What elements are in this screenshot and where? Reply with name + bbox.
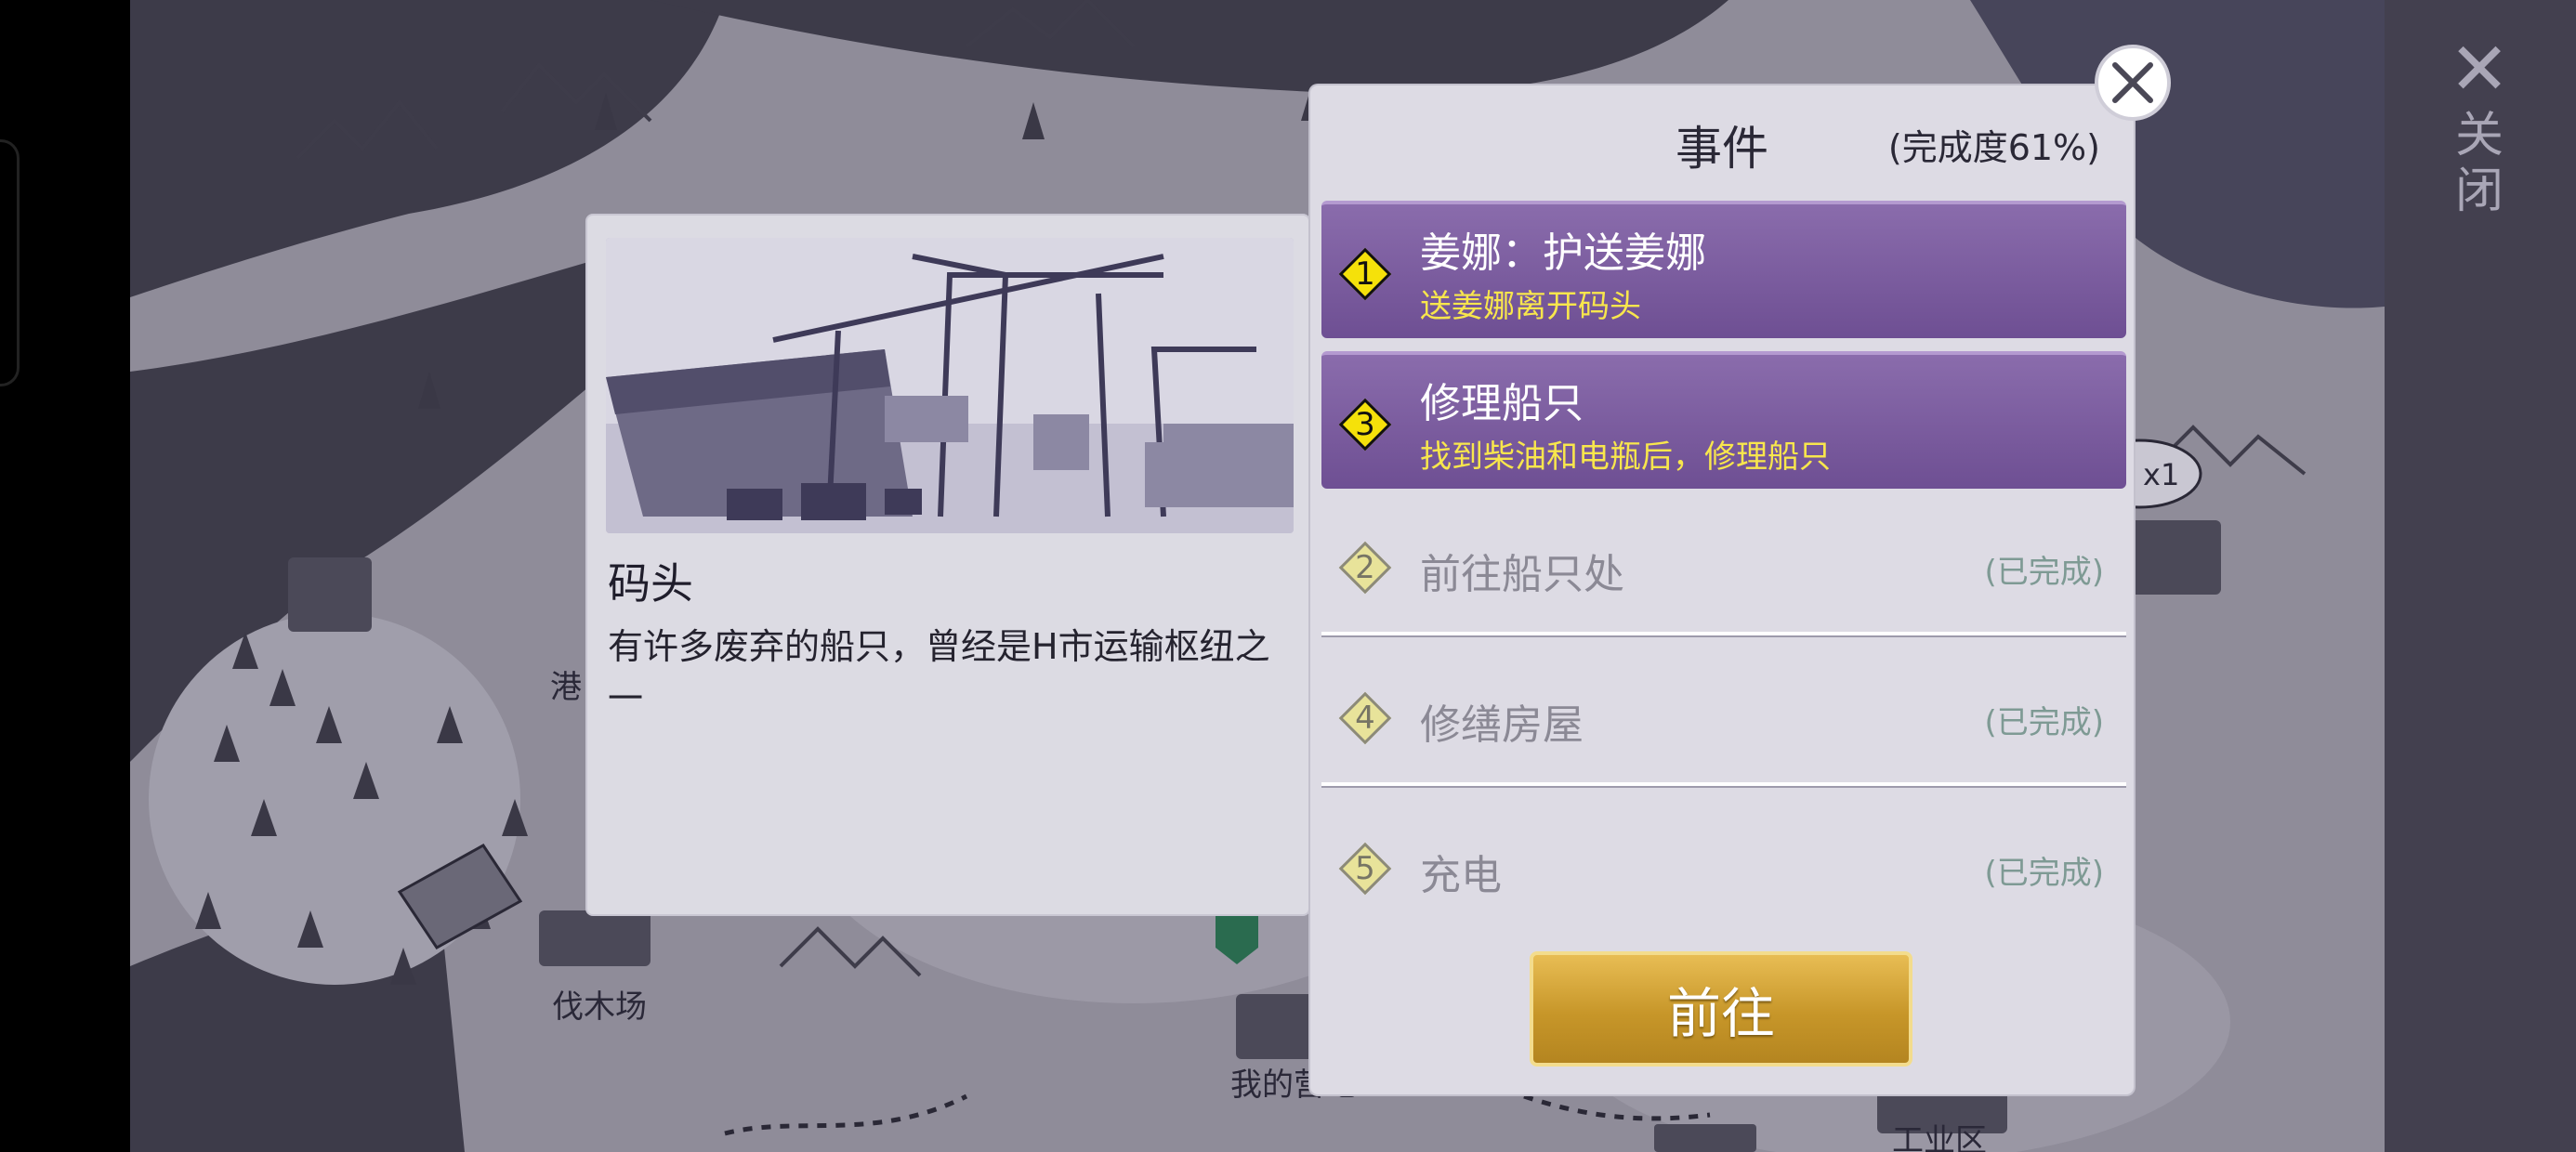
side-close-button[interactable]: ✕ 关闭: [2435, 28, 2524, 219]
task-number-badge: 4: [1338, 691, 1392, 745]
left-edge-handle: [0, 139, 20, 386]
go-button[interactable]: 前往: [1530, 951, 1912, 1067]
harbor-illustration: [606, 238, 1294, 533]
task-title: 修缮房屋: [1420, 701, 1584, 749]
map-label-port: 港: [550, 669, 582, 706]
event-progress: (完成度61%): [1887, 127, 2100, 168]
task-title: 充电: [1420, 852, 1502, 899]
task-subtitle: 送姜娜离开码头: [1420, 288, 1641, 325]
task-item-repair-ship[interactable]: 3 修理船只 找到柴油和电瓶后，修理船只: [1321, 351, 2126, 489]
location-info-card: 码头 有许多废弃的船只，曾经是H市运输枢纽之一: [587, 216, 1308, 914]
task-item-escort-jiangna[interactable]: 1 姜娜：护送姜娜 送姜娜离开码头: [1321, 201, 2126, 338]
map-label-industrial-zone: 工业区: [1892, 1122, 1987, 1152]
task-status: (已完成): [1984, 554, 2104, 591]
panel-close-button[interactable]: [2095, 45, 2171, 121]
task-title: 修理船只: [1420, 380, 1584, 427]
task-status: (已完成): [1984, 704, 2104, 741]
task-status: (已完成): [1984, 855, 2104, 892]
task-item-repair-house[interactable]: 4 修缮房屋 (已完成): [1321, 641, 2126, 786]
task-item-charge[interactable]: 5 充电 (已完成): [1321, 792, 2126, 936]
task-title: 前往船只处: [1420, 551, 1624, 598]
map-badge: x1: [2143, 457, 2180, 492]
close-icon: [2112, 62, 2153, 103]
task-item-go-to-ship[interactable]: 2 前往船只处 (已完成): [1321, 491, 2126, 635]
task-subtitle: 找到柴油和电瓶后，修理船只: [1420, 439, 1831, 476]
task-title: 姜娜：护送姜娜: [1420, 229, 1706, 277]
task-number-badge: 3: [1338, 398, 1392, 452]
event-panel: 事件 (完成度61%) 1 姜娜：护送姜娜 送姜娜离开码头 3 修理船只 找到柴…: [1310, 85, 2134, 1094]
side-close-label: 关闭: [2454, 108, 2504, 219]
location-image: [606, 238, 1294, 533]
location-title: 码头: [608, 558, 693, 609]
close-icon: ✕: [2449, 28, 2510, 111]
task-number-badge: 2: [1338, 541, 1392, 595]
location-description: 有许多废弃的船只，曾经是H市运输枢纽之一: [608, 626, 1270, 719]
map-label-lumberyard: 伐木场: [552, 988, 647, 1026]
task-number-badge: 5: [1338, 842, 1392, 896]
task-number-badge: 1: [1338, 247, 1392, 301]
